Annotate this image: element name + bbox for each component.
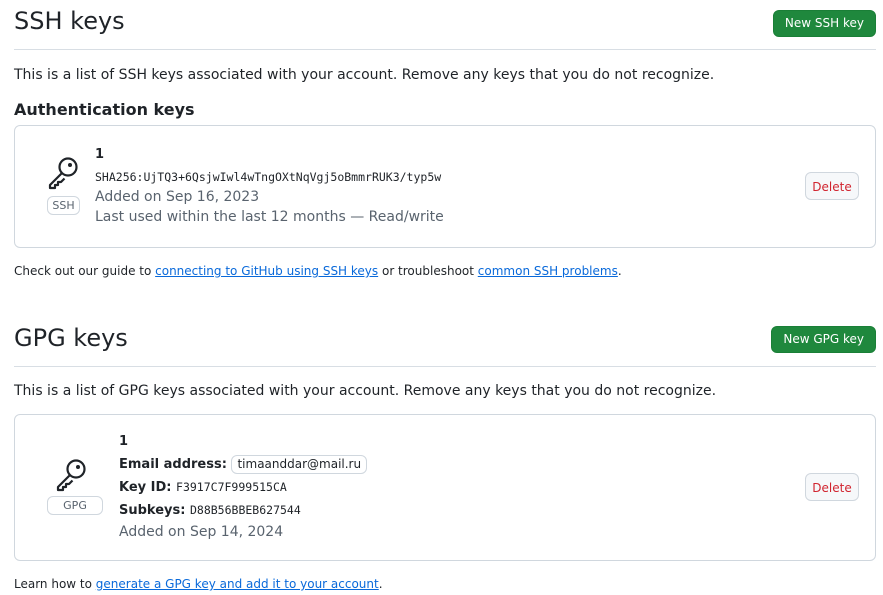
gpg-key-added-date: Added on Sep 14, 2024 [119,524,284,540]
gpg-section-title: GPG keys [14,324,128,352]
ssh-key-last-used: Last used within the last 12 months — Re… [95,209,444,225]
gpg-description: This is a list of GPG keys associated wi… [14,383,717,399]
ssh-help-note: Check out our guide to connecting to Git… [14,264,622,278]
key-icon [56,459,86,492]
delete-gpg-key-button[interactable]: Delete [805,473,859,501]
ssh-troubleshoot-link[interactable]: common SSH problems [478,264,618,278]
gpg-subkeys-value: D88B56BBEB627544 [189,503,301,517]
gpg-email-value: timaanddar@mail.ru [231,455,368,474]
ssh-note-prefix: Check out our guide to [14,264,156,278]
ssh-key-title: 1 [95,147,105,162]
ssh-section-header: SSH keys New SSH key [14,0,876,50]
new-gpg-key-button[interactable]: New GPG key [771,326,876,353]
gpg-keyid-value: F3917C7F999515CA [176,480,287,494]
gpg-keyid-label: Key ID: [119,480,172,495]
ssh-key-added-date: Added on Sep 16, 2023 [95,189,260,205]
authentication-keys-heading: Authentication keys [14,100,195,119]
gpg-guide-link[interactable]: generate a GPG key and add it to your ac… [96,577,379,591]
gpg-keyid-row: Key ID: F3917C7F999515CA [119,480,287,495]
ssh-key-card: SSH 1 SHA256:UjTQ3+6QsjwIwl4wTngOXtNqVgj… [14,125,876,248]
gpg-email-row: Email address: timaanddar@mail.ru [119,455,368,474]
gpg-section-header: GPG keys New GPG key [14,317,876,367]
gpg-subkeys-row: Subkeys: D88B56BBEB627544 [119,503,301,518]
gpg-note-suffix: . [378,577,383,591]
gpg-key-title: 1 [119,434,129,449]
ssh-section-title: SSH keys [14,7,125,35]
ssh-description: This is a list of SSH keys associated wi… [14,67,715,83]
gpg-key-card: GPG 1 Email address: timaanddar@mail.ru … [14,414,876,561]
new-ssh-key-button[interactable]: New SSH key [772,10,876,37]
gpg-subkeys-label: Subkeys: [119,503,186,518]
gpg-key-type-badge: GPG [47,496,103,515]
gpg-note-prefix: Learn how to [14,577,96,591]
key-icon [48,157,78,190]
delete-ssh-key-button[interactable]: Delete [805,172,859,200]
ssh-key-fingerprint: SHA256:UjTQ3+6QsjwIwl4wTngOXtNqVgj5oBmmr… [95,170,442,184]
gpg-email-label: Email address: [119,457,227,472]
ssh-note-middle: or troubleshoot [378,264,478,278]
ssh-guide-link[interactable]: connecting to GitHub using SSH keys [155,264,378,278]
gpg-help-note: Learn how to generate a GPG key and add … [14,577,383,591]
ssh-note-suffix: . [617,264,622,278]
ssh-key-type-badge: SSH [47,196,80,215]
